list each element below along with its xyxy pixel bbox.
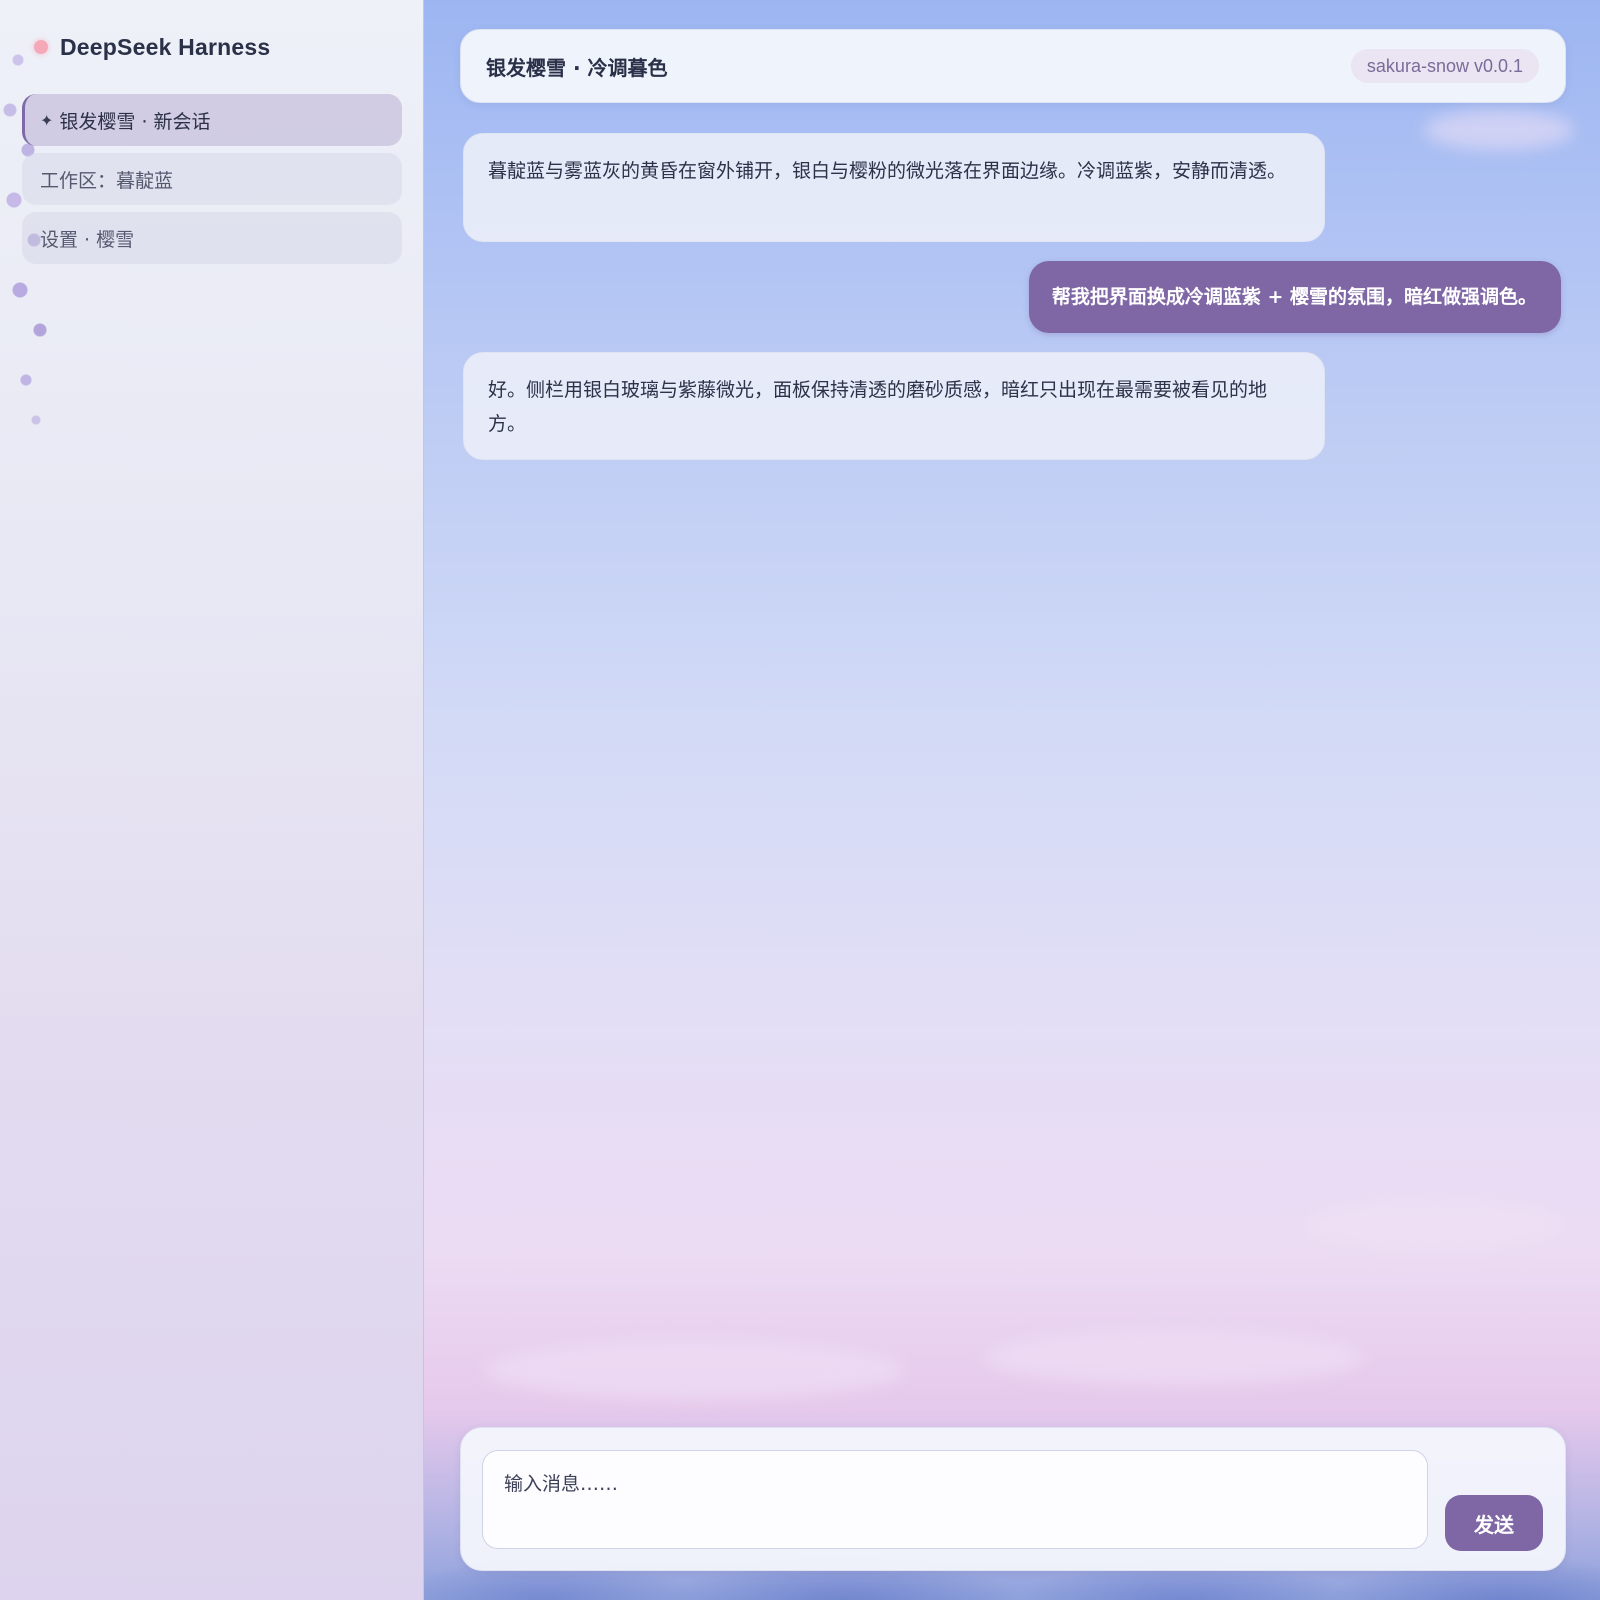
sidebar: DeepSeek Harness ✦ 银发樱雪 · 新会话 工作区：暮靛蓝 设置… [0, 0, 424, 1600]
conversation-title: 银发樱雪 · 冷调暮色 [486, 55, 668, 80]
send-button[interactable]: 发送 [1445, 1495, 1543, 1551]
user-message: 帮我把界面换成冷调蓝紫 + 樱雪的氛围，暗红做强调色。 [1028, 261, 1561, 333]
chat-main: 银发樱雪 · 冷调暮色 sakura-snow v0.0.1 暮靛蓝与雾蓝灰的黄… [424, 0, 1600, 1600]
message-input[interactable] [482, 1450, 1428, 1549]
sidebar-item-label: 工作区：暮靛蓝 [40, 169, 174, 192]
cloud-decoration [1304, 1200, 1564, 1250]
sidebar-nav: ✦ 银发樱雪 · 新会话 工作区：暮靛蓝 设置 · 樱雪 [22, 94, 402, 271]
cloud-decoration [984, 1330, 1364, 1385]
sidebar-item-label: 设置 · 樱雪 [40, 228, 135, 251]
version-badge: sakura-snow v0.0.1 [1350, 49, 1539, 83]
brand: DeepSeek Harness [34, 30, 270, 64]
sparkle-icon: ✦ [40, 110, 54, 130]
cloud-decoration [1424, 110, 1574, 150]
sidebar-item-settings[interactable]: 设置 · 樱雪 [22, 212, 402, 264]
assistant-message: 暮靛蓝与雾蓝灰的黄昏在窗外铺开，银白与樱粉的微光落在界面边缘。冷调蓝紫，安静而清… [463, 133, 1325, 242]
brand-dot-icon [34, 40, 48, 54]
composer: 发送 [460, 1427, 1566, 1571]
assistant-message: 好。侧栏用银白玻璃与紫藤微光，面板保持清透的磨砂质感，暗红只出现在最需要被看见的… [463, 352, 1325, 460]
sidebar-item-workspace[interactable]: 工作区：暮靛蓝 [22, 153, 402, 205]
chat-header: 银发樱雪 · 冷调暮色 sakura-snow v0.0.1 [460, 29, 1566, 103]
cloud-decoration [484, 1340, 904, 1400]
app-title: DeepSeek Harness [60, 33, 271, 60]
sidebar-item-new-session[interactable]: ✦ 银发樱雪 · 新会话 [22, 94, 402, 146]
sidebar-item-label: 银发樱雪 · 新会话 [59, 110, 211, 133]
